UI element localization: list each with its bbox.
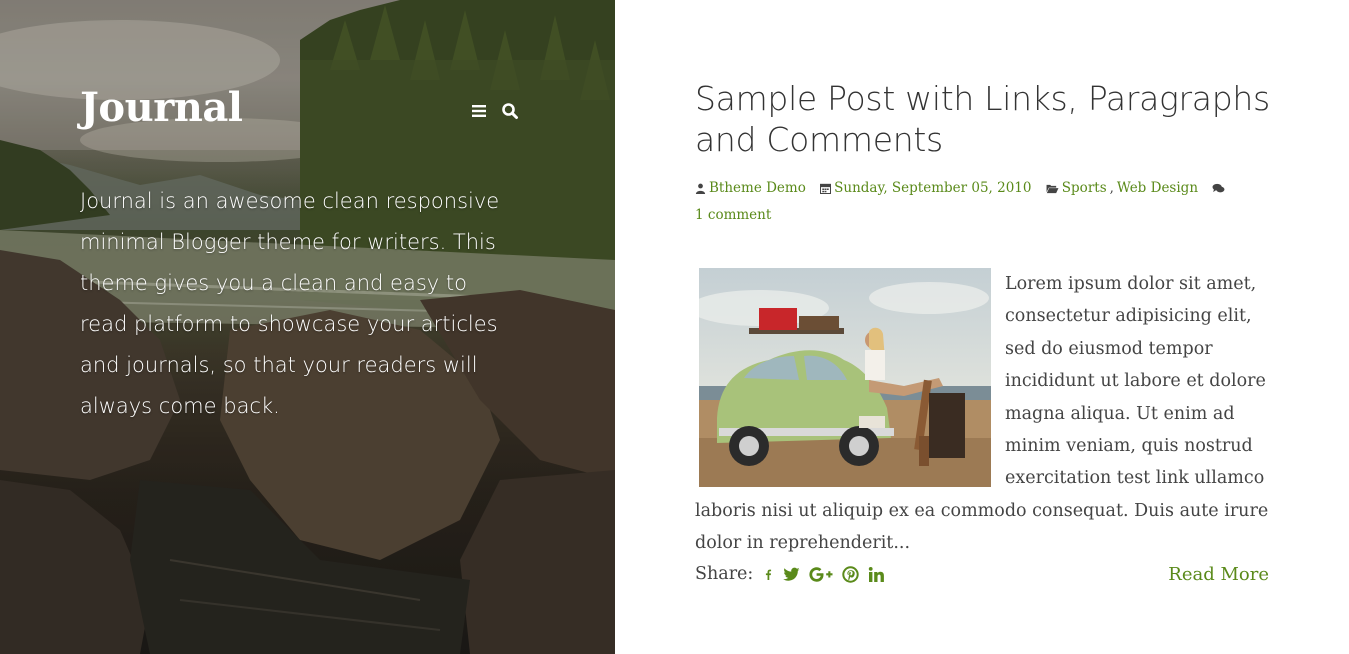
calendar-icon <box>820 183 832 194</box>
post-comments <box>1212 183 1225 194</box>
pinterest-icon[interactable] <box>842 565 860 583</box>
header-hero: Journal Journal is an awesome clean resp… <box>0 0 615 654</box>
post-meta: Btheme Demo Sunday, September 05, 2010 S… <box>695 176 1275 228</box>
facebook-icon[interactable] <box>763 566 774 583</box>
share-label: Share: <box>695 564 754 585</box>
twitter-icon[interactable] <box>783 566 800 583</box>
post-article: Sample Post with Links, Paragraphs and C… <box>695 78 1275 585</box>
site-title[interactable]: Journal <box>80 84 243 131</box>
menu-icon[interactable] <box>470 101 490 121</box>
post-author: Btheme Demo <box>695 176 806 201</box>
category-link-sports[interactable]: Sports <box>1062 176 1107 201</box>
hero-icon-group <box>470 101 520 121</box>
site-description: Journal is an awesome clean responsive m… <box>80 189 500 418</box>
hero-content: Journal Journal is an awesome clean resp… <box>80 0 530 654</box>
post-title[interactable]: Sample Post with Links, Paragraphs and C… <box>695 78 1275 160</box>
category-separator: , <box>1109 180 1114 196</box>
category-link-web-design[interactable]: Web Design <box>1117 176 1198 201</box>
share-icons <box>763 565 885 583</box>
linkedin-icon[interactable] <box>868 566 885 583</box>
comments-icon <box>1212 183 1225 193</box>
date-link[interactable]: Sunday, September 05, 2010 <box>834 176 1031 201</box>
search-icon[interactable] <box>500 101 520 121</box>
google-plus-icon[interactable] <box>809 566 833 583</box>
post-date: Sunday, September 05, 2010 <box>820 176 1032 201</box>
author-link[interactable]: Btheme Demo <box>709 176 806 201</box>
post-thumbnail-image[interactable] <box>699 268 991 487</box>
folder-open-icon <box>1046 184 1059 194</box>
post-body: Lorem ipsum dolor sit amet, consectetur … <box>695 268 1275 560</box>
read-more-link[interactable]: Read More <box>1168 564 1269 585</box>
post-categories: Sports, Web Design <box>1046 176 1198 201</box>
comments-link[interactable]: 1 comment <box>695 207 771 223</box>
share-bar: Share: Read More <box>695 564 1269 585</box>
user-icon <box>695 183 706 194</box>
